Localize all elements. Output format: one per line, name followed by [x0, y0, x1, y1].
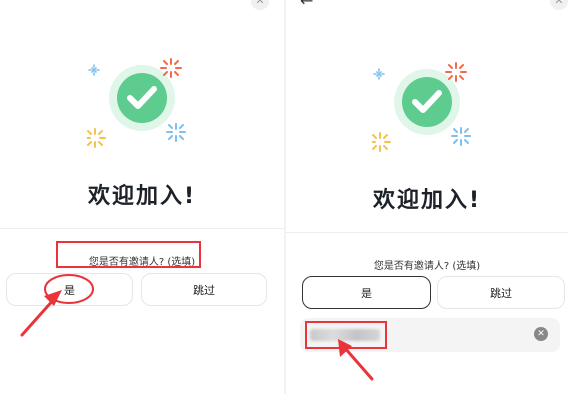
section-divider	[286, 232, 568, 233]
section-divider	[0, 228, 284, 229]
welcome-title: 欢迎加入!	[372, 188, 482, 213]
sparkle-icon	[160, 58, 182, 78]
skip-button[interactable]: 跳过	[437, 276, 565, 309]
welcome-title: 欢迎加入!	[87, 184, 197, 209]
skip-button-label: 跳过	[490, 287, 512, 300]
referrer-question: 您是否有邀请人? (选填)	[373, 261, 481, 272]
sparkle-icon	[88, 64, 100, 76]
success-illustration	[87, 52, 197, 162]
annotation-arrow	[338, 339, 374, 381]
yes-button[interactable]: 是	[302, 276, 431, 309]
success-illustration	[372, 56, 482, 166]
sparkle-icon	[373, 68, 385, 80]
back-arrow-icon[interactable]: ←	[300, 0, 313, 10]
welcome-screen-step-2: ← ✕ 欢迎加入! 您是否有邀请人? (选填) 是 跳过 ✕	[286, 0, 568, 394]
sparkle-icon	[451, 127, 471, 146]
check-circle-icon	[87, 58, 186, 148]
sparkle-icon	[372, 132, 391, 152]
sparkle-icon	[445, 62, 467, 82]
skip-button-label: 跳过	[193, 284, 215, 297]
close-icon[interactable]: ✕	[550, 0, 568, 10]
annotation-arrow	[20, 274, 94, 337]
close-icon[interactable]: ✕	[251, 0, 269, 10]
skip-button[interactable]: 跳过	[141, 273, 267, 306]
sparkle-icon	[87, 128, 106, 148]
yes-button-label: 是	[361, 287, 372, 300]
check-circle-icon	[372, 62, 471, 152]
welcome-screen-step-1: ✕ 欢迎加入! 您是否有邀请人? (选填) 是 跳过	[0, 0, 284, 394]
clear-input-icon[interactable]: ✕	[534, 327, 548, 341]
sparkle-icon	[166, 123, 186, 142]
